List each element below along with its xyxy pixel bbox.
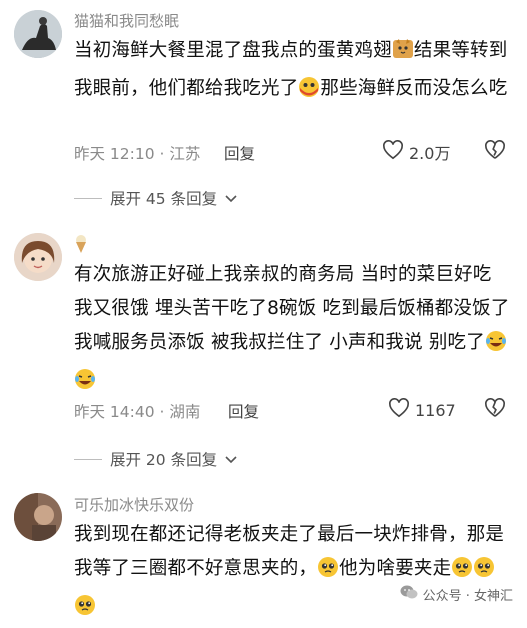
pleading-face-icon xyxy=(317,556,339,590)
expand-replies[interactable]: 展开 20 条回复 xyxy=(74,448,237,470)
broken-heart-icon xyxy=(484,140,506,164)
broken-heart-icon xyxy=(484,398,506,422)
avatar[interactable] xyxy=(14,233,62,281)
expand-replies-label: 展开 20 条回复 xyxy=(110,451,218,469)
pleading-face-icon xyxy=(298,76,320,110)
avatar[interactable] xyxy=(14,10,62,58)
ice-cream-icon xyxy=(74,235,88,258)
laughing-tears-icon xyxy=(74,368,96,402)
comment-text: 我到现在都还记得老板夹走了最后一块炸排骨，那是我等了三圈都不好意思夹的， 他为啥要… xyxy=(74,518,514,628)
expand-replies[interactable]: 展开 45 条回复 xyxy=(74,187,237,209)
chevron-down-icon xyxy=(225,450,237,468)
watermark: 公众号 · 女神汇 xyxy=(400,585,513,604)
chevron-down-icon xyxy=(225,189,237,207)
comment-text: 当初海鲜大餐里混了盘我点的蛋黄鸡翅 结果等转到我眼前，他们都给我吃光了 那些海鲜反而… xyxy=(74,34,514,110)
reply-button[interactable]: 回复 xyxy=(224,142,255,164)
comment-time-location: 昨天 12:10 · 江苏 xyxy=(74,145,201,163)
username[interactable]: 可乐加冰快乐双份 xyxy=(74,494,194,515)
pleading-face-icon xyxy=(74,594,96,628)
username[interactable] xyxy=(74,234,88,258)
heart-icon xyxy=(388,398,410,422)
watermark-text: 公众号 · 女神汇 xyxy=(422,589,513,604)
avatar[interactable] xyxy=(14,493,62,541)
cat-face-icon xyxy=(392,38,414,72)
comment-time-location: 昨天 14:40 · 湖南 xyxy=(74,403,201,421)
like-button[interactable]: 2.0万 xyxy=(382,140,450,164)
comment-text: 有次旅游正好碰上我亲叔的商务局 当时的菜巨好吃 我又很饿 埋头苦干吃了8碗饭 吃… xyxy=(74,258,514,402)
like-button[interactable]: 1167 xyxy=(388,398,456,422)
reply-button[interactable]: 回复 xyxy=(228,400,259,422)
divider xyxy=(74,458,102,460)
wechat-icon xyxy=(400,585,418,604)
dislike-button[interactable] xyxy=(484,398,506,422)
like-count: 2.0万 xyxy=(409,144,451,163)
laughing-tears-icon xyxy=(485,330,507,364)
divider xyxy=(74,197,102,199)
like-count: 1167 xyxy=(415,400,456,420)
dislike-button[interactable] xyxy=(484,140,506,164)
heart-icon xyxy=(382,140,404,164)
expand-replies-label: 展开 45 条回复 xyxy=(110,190,218,208)
username[interactable]: 猫猫和我同愁眠 xyxy=(74,10,179,31)
